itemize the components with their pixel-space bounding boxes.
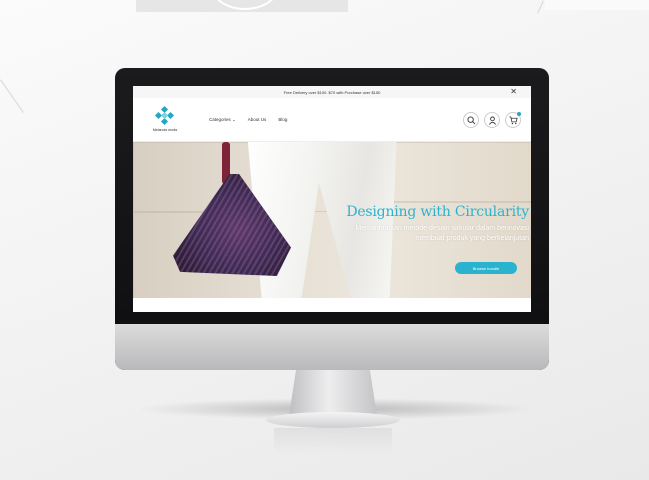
hero-title: Designing with Circularity	[346, 204, 529, 220]
monitor-stand	[289, 370, 377, 416]
stand-reflection	[274, 428, 392, 454]
cart-badge	[517, 111, 521, 116]
user-icon[interactable]	[484, 111, 500, 128]
main-menu: Categories ⌄ About Us Blog	[209, 117, 287, 123]
menu-item-categories[interactable]: Categories ⌄	[209, 117, 236, 123]
menu-item-blog[interactable]: Blog	[278, 117, 287, 123]
logo-name: Metanoia works	[152, 128, 178, 132]
announcement-text: Free Delivery over $100. $70 with Purcha…	[283, 89, 381, 95]
brand-logo[interactable]: Metanoia works	[143, 105, 187, 132]
close-icon[interactable]: ✕	[510, 87, 517, 97]
monitor-chin	[115, 324, 549, 370]
browse-bundle-button[interactable]: Browse bundle	[455, 262, 517, 274]
header-icons	[463, 111, 521, 128]
logo-mark-icon	[154, 105, 175, 126]
monitor-screen: Free Delivery over $100. $70 with Purcha…	[133, 86, 531, 312]
cart-icon[interactable]	[505, 111, 521, 128]
search-icon[interactable]	[463, 111, 479, 128]
monitor-stand-base	[266, 412, 400, 428]
menu-item-about-us[interactable]: About Us	[248, 117, 267, 123]
background-card-corner	[545, 0, 649, 10]
wall-stone	[133, 142, 223, 212]
hero-subtitle: Memanfaatkan metode desain sirkular dala…	[355, 225, 529, 242]
site-header: Metanoia works Categories ⌄ About Us Blo…	[133, 98, 531, 142]
announcement-bar: Free Delivery over $100. $70 with Purcha…	[133, 86, 531, 98]
hero-banner: Designing with Circularity Memanfaatkan …	[133, 142, 531, 298]
